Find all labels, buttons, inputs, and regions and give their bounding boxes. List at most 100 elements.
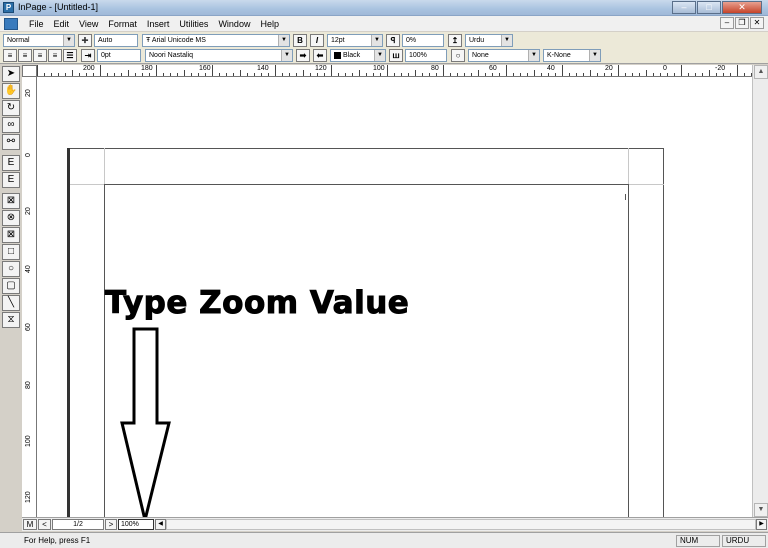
ruler-tick <box>338 73 339 76</box>
document-icon[interactable] <box>4 17 18 30</box>
tracking-icon[interactable]: ꟼ <box>386 33 400 47</box>
ruler-label: 100 <box>25 435 32 447</box>
ruler-tick <box>373 73 374 76</box>
justify-all-icon[interactable]: ☰ <box>63 49 77 62</box>
language-select[interactable]: Urdu ▼ <box>465 33 513 47</box>
ruler-tick <box>177 73 178 76</box>
scroll-left-button[interactable]: ◀ <box>155 519 166 530</box>
ruler-tick <box>408 73 409 76</box>
rotate-tool-icon[interactable]: ↻ <box>2 100 20 116</box>
ruler-tick <box>562 65 563 76</box>
justify-icon[interactable]: ≡ <box>48 49 62 62</box>
ruler-tick <box>422 73 423 76</box>
ruler-tick <box>555 73 556 76</box>
align-left-icon[interactable]: ≡ <box>3 49 17 62</box>
inpage-app-icon[interactable]: P <box>3 2 14 13</box>
arrow-left-icon[interactable]: ⬅ <box>313 49 327 62</box>
horizontal-scrollbar[interactable] <box>166 519 756 530</box>
arrow-right-icon[interactable]: ➡ <box>296 49 310 62</box>
shadow-icon[interactable]: ○ <box>451 49 465 62</box>
doc-minimize-button[interactable]: – <box>720 17 734 29</box>
align-center-icon[interactable]: ≡ <box>18 49 32 62</box>
ruler-tick <box>37 65 38 76</box>
ruler-origin[interactable] <box>22 65 37 77</box>
tool-palette: ➤ ✋ ↻ ∞ ⚯ E E ⊠ ⊗ ⊠ □ ○ ▢ ╲ ⧖ <box>2 66 21 329</box>
unlink-tool-icon[interactable]: ⚯ <box>2 134 20 150</box>
ruler-label: -20 <box>715 65 726 72</box>
menu-file[interactable]: File <box>24 19 49 29</box>
line-tool-icon[interactable]: ╲ <box>2 295 20 311</box>
hand-tool-icon[interactable]: ✋ <box>2 83 20 99</box>
color-select[interactable]: Black ▼ <box>330 49 386 62</box>
english-text-tool-icon[interactable]: E <box>2 172 20 188</box>
rounded-rect-tool-icon[interactable]: ▢ <box>2 278 20 294</box>
scale-icon[interactable]: ꟺ <box>389 49 403 62</box>
oval-picture-tool-icon[interactable]: ⊗ <box>2 210 20 226</box>
link-tool-icon[interactable]: ∞ <box>2 117 20 133</box>
ruler-tick <box>268 73 269 76</box>
ruler-tick <box>688 73 689 76</box>
shadow-select[interactable]: None ▼ <box>468 49 540 62</box>
chevron-down-icon: ▼ <box>63 34 74 46</box>
ruler-tick <box>695 73 696 76</box>
zoom-field[interactable]: 100% <box>118 519 154 530</box>
indent-field[interactable]: 0pt <box>97 49 141 62</box>
oval-tool-icon[interactable]: ○ <box>2 261 20 277</box>
next-page-button[interactable]: > <box>105 519 117 530</box>
urdu-font-select[interactable]: Noori Nastaliq ▼ <box>145 49 293 62</box>
menu-edit[interactable]: Edit <box>49 19 75 29</box>
ruler-tick <box>576 73 577 76</box>
menu-utilities[interactable]: Utilities <box>174 19 213 29</box>
vertical-scrollbar[interactable]: ▲ ▼ <box>752 65 768 517</box>
leading-icon[interactable]: ✛ <box>78 33 92 47</box>
document-canvas[interactable]: Type Zoom Value <box>37 77 752 517</box>
bold-button[interactable]: B <box>293 33 307 47</box>
style-select[interactable]: Normal ▼ <box>3 33 75 47</box>
scroll-up-button[interactable]: ▲ <box>754 65 768 79</box>
indent-icon[interactable]: ⇥ <box>81 49 95 62</box>
italic-button[interactable]: I <box>310 33 324 47</box>
text-margin-box <box>104 184 629 517</box>
english-font-select[interactable]: Ŧ Arial Unicode MS ▼ <box>142 33 290 47</box>
horizontal-ruler[interactable]: 200 180 160 140 120 100 80 60 40 20 0 -2… <box>37 65 752 77</box>
ruler-tick <box>583 73 584 76</box>
ruler-tick <box>604 73 605 76</box>
ruler-tick <box>142 73 143 76</box>
maximize-button[interactable]: □ <box>697 1 721 14</box>
tracking-field[interactable]: 0% <box>402 33 444 47</box>
ruler-tick <box>646 70 647 76</box>
scroll-right-button[interactable]: ▶ <box>756 519 767 530</box>
menu-window[interactable]: Window <box>213 19 255 29</box>
menu-help[interactable]: Help <box>255 19 284 29</box>
table-tool-icon[interactable]: ⧖ <box>2 312 20 328</box>
menu-format[interactable]: Format <box>103 19 142 29</box>
ruler-tick <box>86 73 87 76</box>
text-tool-icon[interactable]: E <box>2 155 20 171</box>
ruler-tick <box>737 65 738 76</box>
page-number-field[interactable]: 1/2 <box>52 519 104 530</box>
doc-close-button[interactable]: ✕ <box>750 17 764 29</box>
master-page-button[interactable]: M <box>23 519 37 530</box>
align-right-icon[interactable]: ≡ <box>33 49 47 62</box>
vertical-ruler[interactable]: 20 0 20 40 60 80 100 120 <box>22 77 37 517</box>
leading-field[interactable]: Auto <box>94 33 138 47</box>
picture-box-tool-icon[interactable]: ⊠ <box>2 193 20 209</box>
close-button[interactable]: ✕ <box>722 1 762 14</box>
minimize-button[interactable]: – <box>672 1 696 14</box>
rounded-picture-tool-icon[interactable]: ⊠ <box>2 227 20 243</box>
menu-view[interactable]: View <box>74 19 103 29</box>
pointer-tool-icon[interactable]: ➤ <box>2 66 20 82</box>
scroll-down-button[interactable]: ▼ <box>754 503 768 517</box>
kashida-select[interactable]: K-None ▼ <box>543 49 601 62</box>
font-size-select[interactable]: 12pt ▼ <box>327 33 383 47</box>
menu-insert[interactable]: Insert <box>142 19 175 29</box>
ruler-label: 180 <box>141 65 153 72</box>
ruler-label: 200 <box>83 65 95 72</box>
rectangle-tool-icon[interactable]: □ <box>2 244 20 260</box>
font-size-value: 12pt <box>331 36 345 44</box>
prev-page-button[interactable]: < <box>38 519 51 530</box>
baseline-icon[interactable]: ↥ <box>448 33 462 47</box>
scale-field[interactable]: 100% <box>405 49 447 62</box>
ruler-tick <box>100 65 101 76</box>
doc-restore-button[interactable]: ❐ <box>735 17 749 29</box>
